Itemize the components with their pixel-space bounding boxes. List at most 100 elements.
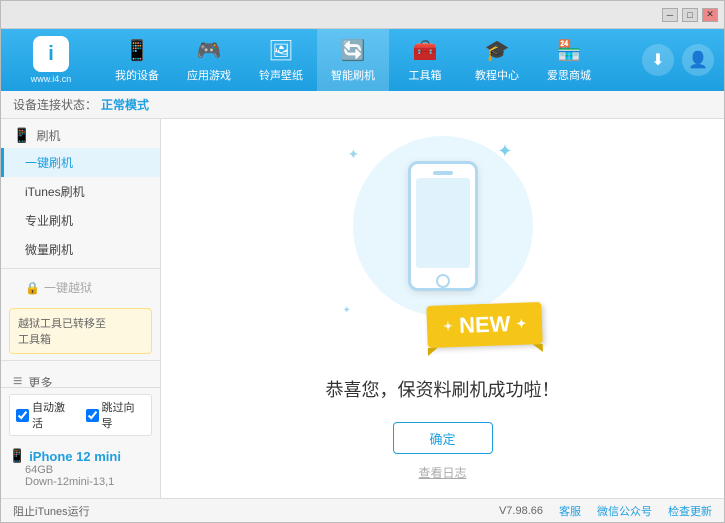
sidebar-section-flash-header: 📱 刷机 (1, 119, 160, 148)
sidebar-item-pro-flash[interactable]: 专业刷机 (1, 206, 160, 235)
sidebar-divider-2 (1, 360, 160, 361)
skip-wizard-checkbox[interactable] (86, 409, 99, 422)
device-name: 📱 iPhone 12 mini (9, 448, 152, 464)
nav-label-tutorials: 教程中心 (475, 67, 519, 83)
nav-label-apps: 应用游戏 (187, 67, 231, 83)
device-info: 📱 iPhone 12 mini 64GB Down-12mini-13,1 (9, 444, 152, 492)
device-version: Down-12mini-13,1 (9, 476, 152, 488)
title-bar: ─ □ ✕ (1, 1, 724, 29)
auto-activate-checkbox[interactable] (16, 409, 29, 422)
jailbreak-notice-text: 越狱工具已转移至工具箱 (18, 318, 106, 346)
title-bar-controls: ─ □ ✕ (662, 8, 718, 22)
check-update-link[interactable]: 检查更新 (668, 503, 712, 519)
main-content: ✦ ✦ ✦ NEW 恭喜您，保资料刷机成功啦！ 确定 查看日志 (161, 119, 724, 498)
checkbox-auto-activate[interactable]: 自动激活 (16, 399, 76, 431)
header: i www.i4.cn 📱 我的设备 🎮 应用游戏 🖼 铃声壁纸 🔄 智能刷机 (1, 29, 724, 91)
success-message: 恭喜您，保资料刷机成功啦！ (326, 376, 560, 402)
close-button[interactable]: ✕ (702, 8, 718, 22)
sidebar-divider-1 (1, 268, 160, 269)
maximize-button[interactable]: □ (682, 8, 698, 22)
status-bar: 设备连接状态： 正常模式 (1, 91, 724, 119)
version-label: V7.98.66 (499, 505, 543, 517)
header-right: ⬇ 👤 (642, 44, 714, 76)
phone-home-button (436, 274, 450, 288)
checkbox-row: 自动激活 跳过向导 (9, 394, 152, 436)
wizard-link[interactable]: 查看日志 (418, 464, 466, 481)
nav-label-flash: 智能刷机 (331, 67, 375, 83)
new-badge-text: NEW (459, 311, 511, 339)
sidebar: 📱 刷机 一键刷机 iTunes刷机 专业刷机 微量刷机 (1, 119, 161, 498)
sparkle-1: ✦ (348, 146, 360, 163)
ribbon-left (428, 348, 438, 356)
more-section-icon: ≡ (13, 373, 22, 387)
apps-icon: 🎮 (197, 38, 222, 63)
bottom-bar: 阻止iTunes运行 V7.98.66 客服 微信公众号 检查更新 (1, 498, 724, 522)
tools-icon: 🧰 (413, 38, 438, 63)
more-section-label: 更多 (28, 374, 52, 388)
logo-url: www.i4.cn (31, 74, 72, 84)
new-badge: NEW (426, 302, 543, 348)
nav-label-store: 爱思商城 (547, 67, 591, 83)
flash-section-label: 刷机 (36, 127, 60, 144)
sidebar-item-one-click-flash[interactable]: 一键刷机 (1, 148, 160, 177)
confirm-button[interactable]: 确定 (393, 422, 493, 454)
nav-item-tutorials[interactable]: 🎓 教程中心 (461, 29, 533, 91)
device-name-text: iPhone 12 mini (29, 449, 121, 464)
my-device-icon: 📱 (125, 38, 150, 63)
sidebar-jailbreak-header: 🔒 一键越狱 (1, 273, 160, 302)
stop-itunes-label[interactable]: 阻止iTunes运行 (13, 503, 90, 519)
status-label: 设备连接状态： (13, 96, 97, 113)
status-value: 正常模式 (101, 96, 149, 113)
auto-activate-label: 自动激活 (32, 399, 76, 431)
content-wrapper: 📱 刷机 一键刷机 iTunes刷机 专业刷机 微量刷机 (1, 119, 724, 498)
sidebar-item-itunes-flash[interactable]: iTunes刷机 (1, 177, 160, 206)
minimize-button[interactable]: ─ (662, 8, 678, 22)
flash-icon: 🔄 (341, 38, 366, 63)
device-phone-icon: 📱 (9, 448, 25, 464)
ringtones-icon: 🖼 (268, 38, 293, 63)
one-click-flash-label: 一键刷机 (25, 156, 73, 170)
tutorials-icon: 🎓 (485, 38, 510, 63)
nav-item-store[interactable]: 🏪 爱思商城 (533, 29, 605, 91)
phone-body (408, 161, 478, 291)
sidebar-section-more-header: ≡ 更多 (1, 365, 160, 387)
bottom-left: 阻止iTunes运行 (13, 503, 90, 519)
store-icon: 🏪 (557, 38, 582, 63)
nav-item-apps[interactable]: 🎮 应用游戏 (173, 29, 245, 91)
logo-char: i (48, 43, 54, 66)
nav-label-my-device: 我的设备 (115, 67, 159, 83)
phone-speaker (433, 171, 453, 175)
lock-icon: 🔒 (25, 281, 40, 295)
wechat-link[interactable]: 微信公众号 (597, 503, 652, 519)
itunes-flash-label: iTunes刷机 (25, 185, 85, 199)
app-window: ─ □ ✕ i www.i4.cn 📱 我的设备 🎮 应用游戏 🖼 铃声壁纸 (0, 0, 725, 523)
logo-icon: i (33, 36, 69, 72)
pro-flash-label: 专业刷机 (25, 214, 73, 228)
ribbon-right (533, 344, 543, 352)
phone-illustration: ✦ ✦ ✦ NEW (343, 136, 543, 356)
nav-label-ringtones: 铃声壁纸 (259, 67, 303, 83)
nav-item-ringtones[interactable]: 🖼 铃声壁纸 (245, 29, 317, 91)
sidebar-scroll: 📱 刷机 一键刷机 iTunes刷机 专业刷机 微量刷机 (1, 119, 160, 387)
nav-item-tools[interactable]: 🧰 工具箱 (389, 29, 461, 91)
checkbox-skip-wizard[interactable]: 跳过向导 (86, 399, 146, 431)
main-nav: 📱 我的设备 🎮 应用游戏 🖼 铃声壁纸 🔄 智能刷机 🧰 工具箱 🎓 (101, 29, 642, 91)
jailbreak-label: 一键越狱 (44, 279, 92, 296)
sidebar-jailbreak-notice: 越狱工具已转移至工具箱 (9, 308, 152, 354)
bottom-right: V7.98.66 客服 微信公众号 检查更新 (499, 503, 712, 519)
download-button[interactable]: ⬇ (642, 44, 674, 76)
sidebar-bottom: 自动激活 跳过向导 📱 iPhone 12 mini 64GB Down-12m… (1, 387, 160, 498)
phone-bg-circle (353, 136, 533, 316)
customer-service-link[interactable]: 客服 (559, 503, 581, 519)
phone-screen (416, 178, 470, 268)
user-button[interactable]: 👤 (682, 44, 714, 76)
nav-item-my-device[interactable]: 📱 我的设备 (101, 29, 173, 91)
logo: i www.i4.cn (11, 35, 91, 85)
flash-section-icon: 📱 (13, 127, 30, 144)
sparkle-2: ✦ (497, 141, 512, 162)
skip-wizard-label: 跳过向导 (102, 399, 146, 431)
nav-item-flash[interactable]: 🔄 智能刷机 (317, 29, 389, 91)
sidebar-item-micro-flash[interactable]: 微量刷机 (1, 235, 160, 264)
device-storage: 64GB (9, 464, 152, 476)
micro-flash-label: 微量刷机 (25, 243, 73, 257)
